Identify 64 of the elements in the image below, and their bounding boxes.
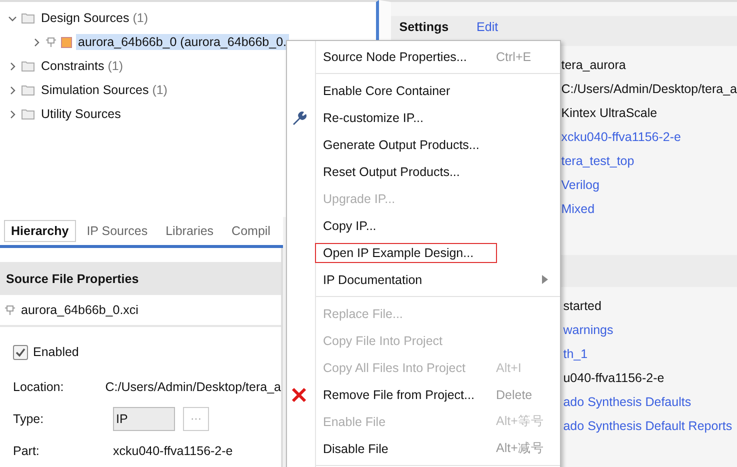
property-label: Type: xyxy=(13,412,45,426)
type-field[interactable]: IP xyxy=(113,407,175,431)
menu-item[interactable]: Source Node Properties... xyxy=(316,48,496,66)
folder-icon xyxy=(21,12,35,24)
status-value: started xyxy=(563,298,602,315)
tab[interactable]: IP Sources xyxy=(80,220,155,242)
chevron-right-icon[interactable] xyxy=(8,110,17,118)
checkbox[interactable] xyxy=(13,344,28,360)
setting-link[interactable]: Verilog xyxy=(561,173,737,197)
file-name: aurora_64b66b_0.xci xyxy=(21,303,138,317)
menu-item[interactable]: Reset Output Products... xyxy=(316,162,496,180)
status-link[interactable]: ado Synthesis Defaults xyxy=(563,390,737,414)
tab[interactable]: Hierarchy xyxy=(4,220,76,242)
tree-item[interactable]: Simulation Sources (1) xyxy=(39,82,170,98)
property-value: C:/Users/Admin/Desktop/tera_a xyxy=(105,380,281,394)
setting-link[interactable]: tera_test_top xyxy=(561,149,737,173)
setting-value: C:/Users/Admin/Desktop/tera_a xyxy=(561,81,737,98)
setting-value: Kintex UltraScale xyxy=(561,105,658,122)
setting-value: tera_aurora xyxy=(561,57,627,74)
status-value: u040-ffva1156-2-e xyxy=(563,370,666,387)
status-link[interactable]: ado Synthesis Default Reports xyxy=(563,414,737,438)
tree-item[interactable]: aurora_64b66b_0 (aurora_64b66b_0. xyxy=(76,34,289,50)
status-link[interactable]: warnings xyxy=(563,318,737,342)
chevron-right-icon[interactable] xyxy=(8,86,17,94)
status-link[interactable]: th_1 xyxy=(563,342,737,366)
edit-link[interactable]: Edit xyxy=(476,20,498,34)
section-title: Settings xyxy=(399,20,449,34)
menu-item[interactable]: Enable Core Container xyxy=(316,82,496,100)
menu-item[interactable]: Re-customize IP... xyxy=(316,108,496,126)
shortcut-label: Ctrl+E xyxy=(496,50,532,64)
tab[interactable]: Libraries xyxy=(158,220,221,242)
property-label: Location: xyxy=(13,380,65,394)
setting-link[interactable]: Mixed xyxy=(561,197,737,221)
property-value: xcku040-ffva1156-2-e xyxy=(113,444,233,458)
wrench-icon xyxy=(291,110,307,126)
tree-item[interactable]: Utility Sources xyxy=(39,106,123,122)
tab[interactable]: Compil xyxy=(224,220,278,242)
property-label: Part: xyxy=(13,444,40,458)
close-icon xyxy=(291,387,307,403)
tree-item[interactable]: Design Sources (1) xyxy=(39,10,150,26)
folder-icon xyxy=(21,60,35,72)
menu-item[interactable]: Generate Output Products... xyxy=(316,136,496,154)
submenu-arrow-icon xyxy=(542,275,548,284)
setting-link[interactable]: xcku040-ffva1156-2-e xyxy=(561,125,737,149)
shortcut-label: Alt+I xyxy=(496,360,522,374)
shortcut-label: Alt+减号 xyxy=(496,440,544,457)
panel-header: Source File Properties xyxy=(0,262,281,295)
menu-item[interactable]: Disable File xyxy=(316,440,496,458)
ip-icon xyxy=(4,304,16,316)
shortcut-label: Delete xyxy=(496,388,532,402)
folder-icon xyxy=(21,84,35,96)
menu-item[interactable]: IP Documentation xyxy=(316,270,496,288)
checkbox-label: Enabled xyxy=(33,345,79,359)
chevron-down-icon[interactable] xyxy=(8,14,17,22)
tree-item[interactable]: Constraints (1) xyxy=(39,58,125,74)
square-icon xyxy=(61,36,72,48)
menu-item[interactable]: Remove File from Project... xyxy=(316,386,496,404)
ip-icon xyxy=(45,36,57,48)
chevron-right-icon[interactable] xyxy=(32,38,41,46)
menu-item[interactable]: Copy IP... xyxy=(316,216,496,234)
chevron-right-icon[interactable] xyxy=(8,62,17,70)
menu-item[interactable]: Open IP Example Design... xyxy=(316,244,496,262)
folder-icon xyxy=(21,108,35,120)
shortcut-label: Alt+等号 xyxy=(496,413,544,430)
